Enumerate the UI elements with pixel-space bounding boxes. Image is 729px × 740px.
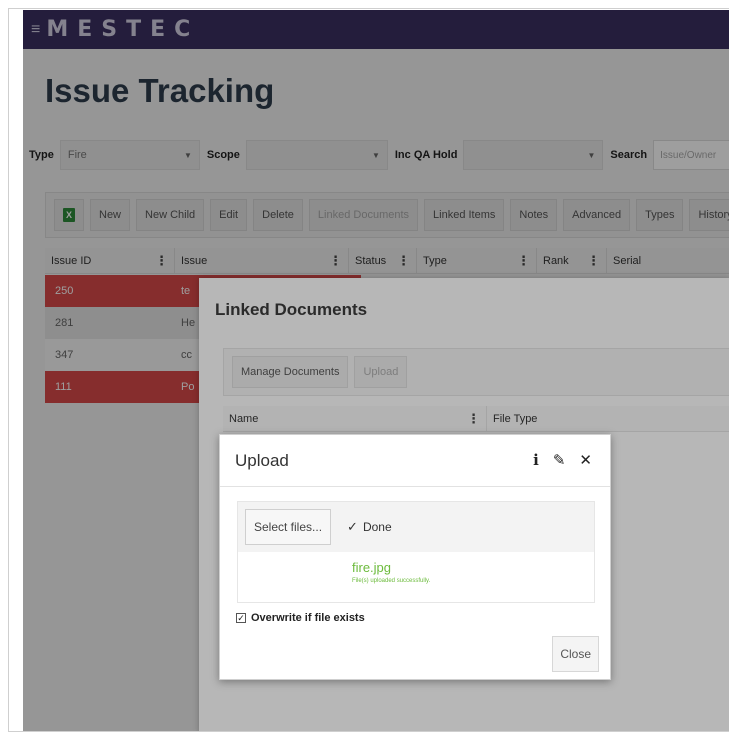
file-status: File(s) uploaded successfully. (352, 578, 431, 584)
overwrite-option[interactable]: ✓ Overwrite if file exists (236, 612, 365, 624)
info-icon[interactable]: i (533, 451, 539, 469)
overwrite-label: Overwrite if file exists (251, 612, 365, 624)
overwrite-checkbox[interactable]: ✓ (236, 613, 246, 623)
uploaded-file: fire.jpg File(s) uploaded successfully. (352, 560, 430, 584)
dialog-header: Upload i ✎ ✕ (220, 435, 610, 487)
upload-status: ✓ Done (347, 519, 392, 535)
select-files-button[interactable]: Select files... (245, 509, 332, 545)
pencil-icon[interactable]: ✎ (553, 451, 566, 469)
dialog-title: Upload (235, 451, 289, 470)
close-icon[interactable]: ✕ (579, 451, 592, 469)
upload-dialog: Upload i ✎ ✕ Select files... ✓ Done fire… (219, 434, 611, 680)
screenshot-frame: ≡ MESTEC Issue Tracking Type Fire ▼ Scop… (8, 8, 729, 732)
close-button[interactable]: Close (552, 636, 599, 672)
dialog-actions: i ✎ ✕ (533, 451, 592, 469)
upload-bar: Select files... ✓ Done (238, 502, 594, 552)
done-label: Done (362, 520, 392, 534)
upload-zone: Select files... ✓ Done fire.jpg File(s) … (237, 501, 595, 603)
check-icon: ✓ (347, 519, 358, 534)
file-name: fire.jpg (352, 560, 392, 575)
